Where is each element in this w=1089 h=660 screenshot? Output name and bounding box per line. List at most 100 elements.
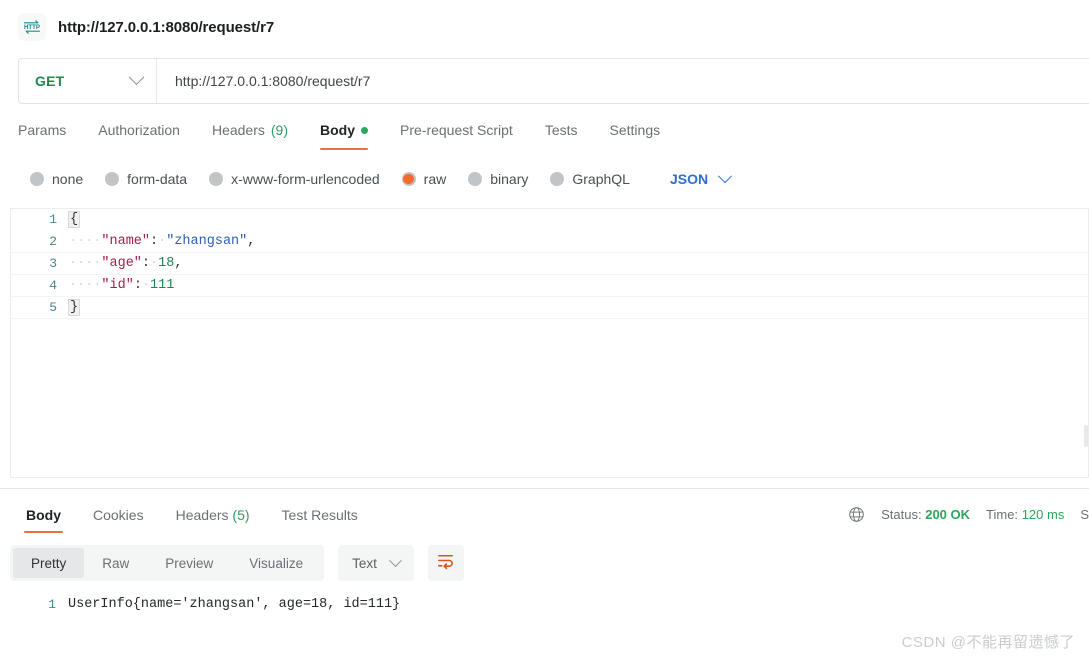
time-value: 120 ms [1021,507,1065,522]
json-punct: , [247,233,256,249]
json-number: 18 [158,255,175,271]
response-tab-headers[interactable]: Headers (5) [160,507,266,533]
chevron-down-icon [128,68,145,85]
active-tab-underline [320,147,368,150]
code-content: } [68,297,81,319]
tab-label: Test Results [281,507,358,523]
tab-label: Settings [609,122,661,138]
chevron-down-icon [388,553,402,567]
body-type-raw[interactable]: raw [401,171,447,187]
line-number: 3 [49,255,57,271]
tab-label: Body [26,507,61,523]
tab-body[interactable]: Body [304,122,384,150]
status-badge[interactable]: Status: 200 OK [881,507,970,522]
body-type-label: raw [423,171,447,187]
url-bar-container: GET [0,52,1089,104]
view-mode-preview[interactable]: Preview [147,548,231,578]
code-line: 4 ····"id":·111 [11,275,1088,297]
tab-headers[interactable]: Headers (9) [196,122,304,150]
url-input[interactable] [157,59,1089,103]
time-badge[interactable]: Time: 120 ms [986,507,1064,522]
globe-icon[interactable] [848,506,865,523]
radio-icon [30,172,44,186]
response-tab-test-results[interactable]: Test Results [266,507,374,533]
content-type-selector[interactable]: Text [338,545,414,581]
body-type-binary[interactable]: binary [468,171,528,187]
json-punct: , [174,255,183,271]
radio-icon [468,172,483,186]
tab-label: Params [18,122,67,138]
line-number: 5 [49,299,57,315]
body-format-label: JSON [669,171,709,187]
editor-scrollbar[interactable] [1084,425,1088,447]
radio-icon [550,172,565,186]
tab-label: Pre-request Script [400,122,513,138]
tab-settings[interactable]: Settings [594,122,677,150]
tab-label: Body [320,122,355,138]
line-number: 2 [49,233,57,249]
indent-dots: · [141,277,151,293]
request-tabs: Params Authorization Headers (9) Body Pr… [18,104,1089,150]
response-header: Body Cookies Headers (5) Test Results St… [0,489,1089,533]
tab-label: Authorization [98,122,180,138]
radio-icon [209,172,224,186]
tab-count: (9) [270,122,288,138]
word-wrap-button[interactable] [427,545,464,581]
json-key: "id" [101,277,134,293]
radio-icon [105,172,120,186]
indent-dots: ···· [69,233,102,249]
response-view-toolbar: Pretty Raw Preview Visualize Text [10,545,1089,581]
method-label: GET [35,73,65,89]
tab-label: Cookies [93,507,144,523]
code-content: ····"age":·18, [69,253,182,275]
body-format-selector[interactable]: JSON [669,169,733,187]
brace-highlight: { [68,211,81,228]
json-key: "name" [101,233,151,249]
tab-params[interactable]: Params [18,122,82,150]
tab-label: Headers [175,507,229,523]
json-string: "zhangsan" [166,233,248,249]
chevron-down-icon [718,169,733,184]
view-mode-raw[interactable]: Raw [84,548,147,578]
request-body-editor[interactable]: 1 { 2 ····"name":·"zhangsan", 3 ····"age… [10,208,1089,478]
method-selector[interactable]: GET [19,59,157,103]
view-mode-pretty[interactable]: Pretty [13,548,85,578]
body-type-form-data[interactable]: form-data [105,171,187,187]
response-status-bar: Status: 200 OK Time: 120 ms S [848,506,1089,533]
tab-label: Headers [211,122,265,138]
view-mode-visualize[interactable]: Visualize [231,548,321,578]
indent-dots: · [150,255,159,271]
response-body[interactable]: 1 UserInfo{name='zhangsan', age=18, id=1… [10,595,1089,615]
tab-tests[interactable]: Tests [529,122,594,150]
body-type-graphql[interactable]: GraphQL [550,171,630,187]
code-line: 5 } [11,297,1088,319]
radio-selected-icon [401,172,416,186]
line-number: 4 [49,277,57,293]
code-line: 1 { [11,209,1088,231]
json-punct: : [141,255,151,271]
body-type-x-www-form-urlencoded[interactable]: x-www-form-urlencoded [209,171,380,187]
indent-dots: ···· [69,277,102,293]
response-tabs: Body Cookies Headers (5) Test Results [10,507,374,533]
body-type-row: none form-data x-www-form-urlencoded raw… [30,164,1089,194]
tab-pre-request-script[interactable]: Pre-request Script [384,122,529,150]
code-line: 2 ····"name":·"zhangsan", [11,231,1088,253]
content-type-label: Text [352,555,377,571]
body-modified-dot-icon [361,126,368,134]
tab-authorization[interactable]: Authorization [82,122,196,150]
brace-highlight: } [68,298,81,316]
json-number: 111 [150,277,175,293]
line-number: 1 [49,212,57,227]
response-tab-cookies[interactable]: Cookies [77,507,160,533]
response-tab-body[interactable]: Body [10,507,77,533]
body-type-label: x-www-form-urlencoded [231,171,380,187]
status-value: 200 OK [925,507,971,522]
time-label: Time: [986,507,1019,522]
response-text: UserInfo{name='zhangsan', age=18, id=111… [68,597,401,612]
json-key: "age" [101,255,142,271]
size-badge[interactable]: S [1080,507,1089,522]
status-label: Status: [881,507,922,522]
code-line: 3 ····"age":·18, [11,253,1088,275]
body-type-none[interactable]: none [30,171,83,187]
watermark: CSDN @不能再留遗憾了 [901,634,1075,651]
